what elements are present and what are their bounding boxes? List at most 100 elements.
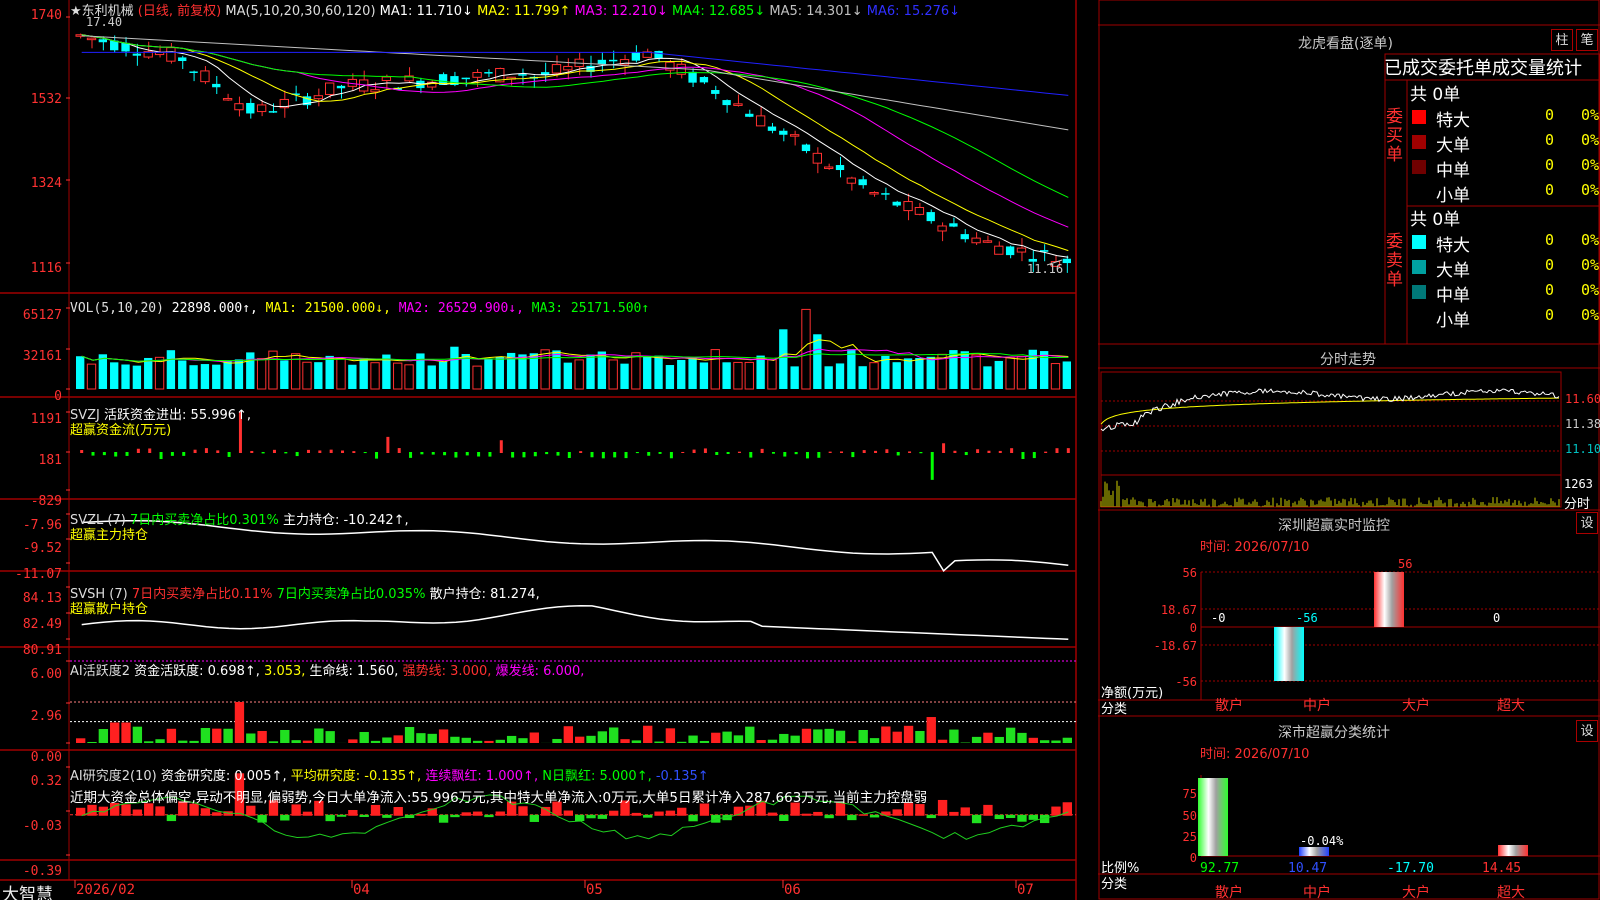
ai1-t2: 3.053, <box>264 664 306 679</box>
ai1-bar-5 <box>132 726 143 743</box>
candle-body-65 <box>812 152 823 164</box>
vol-bar-57 <box>722 362 731 389</box>
svzj-bar-57 <box>726 452 730 454</box>
vol-bar-2 <box>98 354 108 389</box>
monitor-axis-2: 0 <box>1189 621 1197 635</box>
vol-bar-20 <box>302 361 312 390</box>
ai2-bar-26 <box>370 804 381 816</box>
buy-row-2-name: 中单 <box>1436 161 1470 181</box>
monitor-settings-button[interactable]: 设 <box>1576 512 1598 534</box>
sell-total: 共 0单 <box>1410 210 1461 230</box>
sell-row-1-pct: 0% <box>1580 256 1599 274</box>
svzj-bar-75 <box>930 452 934 480</box>
ai1-axis-0: 6.00 <box>30 667 62 682</box>
vol-bar-56 <box>710 349 720 390</box>
vol-bar-8 <box>166 350 176 389</box>
stroke-mode-button[interactable]: 笔 <box>1576 29 1598 51</box>
intraday-price-line <box>1100 388 1560 432</box>
vol-bar-54 <box>688 357 697 389</box>
buy-row-0-val: 0 <box>1544 106 1554 124</box>
candle-body-70 <box>869 191 879 195</box>
ai2-bar-32 <box>438 814 449 823</box>
monitor-cat-3: 超大 <box>1497 698 1525 714</box>
ma2-value: MA2: 11.799↑ <box>477 4 571 19</box>
ai1-bar-80 <box>983 732 993 743</box>
candle-body-60 <box>755 115 766 127</box>
vol-bar-25 <box>359 357 368 389</box>
vol-bar-28 <box>393 362 403 390</box>
svzj-bar-66 <box>828 451 832 453</box>
svzj-bar-25 <box>363 452 367 454</box>
classify-settings-button[interactable]: 设 <box>1576 720 1598 742</box>
svzj-bar-10 <box>193 449 197 453</box>
svzj-bar-26 <box>375 452 379 459</box>
vol-bar-1 <box>86 363 97 390</box>
sell-swatch-3 <box>1412 310 1426 324</box>
buy-row-2-pct: 0% <box>1580 156 1599 174</box>
vol-bar-78 <box>960 351 969 389</box>
ai2-bar-22 <box>325 814 335 822</box>
vol-axis-0: 65127 <box>22 308 62 323</box>
ai1-bar-39 <box>518 738 528 743</box>
monitor-bar-mid <box>1274 627 1304 681</box>
ai1-bar-44 <box>575 736 585 743</box>
ai1-bar-84 <box>1028 737 1038 743</box>
intraday-axis-2: 11.10 <box>1565 442 1600 456</box>
svzj-bar-63 <box>794 452 798 455</box>
monitor-value-3: 0 <box>1493 611 1501 625</box>
vol-value: 22898.000↑, <box>171 301 258 316</box>
adjust-mode[interactable]: (日线, 前复权) <box>138 4 221 19</box>
candle-body-34 <box>461 77 470 80</box>
svzj-bar-34 <box>465 452 469 456</box>
vol-bar-16 <box>256 358 267 390</box>
svzj-bar-31 <box>431 452 435 455</box>
ai1-axis-2: 0.00 <box>30 750 62 765</box>
intraday-axis-1: 11.38 <box>1565 417 1600 431</box>
vol-bar-70 <box>869 362 879 390</box>
svzj-bar-68 <box>851 452 855 458</box>
vol-bar-29 <box>404 364 414 390</box>
candle-body-12 <box>212 83 221 88</box>
bar-mode-button[interactable]: 柱 <box>1551 29 1573 51</box>
app-logo[interactable]: 大智慧 <box>2 880 53 900</box>
ai2-bar-12 <box>212 812 222 816</box>
svzj-bar-55 <box>703 448 707 453</box>
vol-bar-10 <box>189 365 198 389</box>
classify-cat-0: 散户 <box>1215 885 1243 900</box>
svzj-bar-74 <box>919 452 923 454</box>
candle-body-72 <box>892 201 901 206</box>
candle-body-66 <box>824 166 834 169</box>
ai1-bar-32 <box>438 729 449 743</box>
vol-bar-18 <box>280 360 289 389</box>
ai1-bar-22 <box>325 731 335 743</box>
svzj-bar-40 <box>533 452 537 457</box>
buy-row-1-val: 0 <box>1544 131 1554 149</box>
longhu-tabs[interactable]: 已成交委托单成交量统计 <box>1384 54 1582 80</box>
svsh-t3: 散户持仓: 81.274, <box>429 587 540 602</box>
svzl-sub: 超赢主力持仓 <box>70 528 149 543</box>
svzj-bar-47 <box>613 452 617 458</box>
vol-bar-59 <box>744 361 754 390</box>
monitor-value-0: -0 <box>1211 611 1226 625</box>
ai1-bar-83 <box>1017 732 1027 743</box>
candle-body-64 <box>801 144 811 152</box>
date-axis-0: 2026/02 <box>76 882 136 898</box>
vol-bar-81 <box>994 360 1003 389</box>
ai1-bar-52 <box>665 728 676 743</box>
ai2-bar-23 <box>336 814 347 817</box>
ai2-bar-65 <box>813 811 823 816</box>
svzj-bar-80 <box>987 450 991 453</box>
classify-axis-1: 50 <box>1182 809 1197 823</box>
price-axis-3: 1116 <box>30 261 62 276</box>
svzj-bar-67 <box>840 451 844 453</box>
ai1-bar-29 <box>404 726 415 743</box>
intraday-title: 分时走势 <box>1320 352 1376 368</box>
svzj-bar-59 <box>749 452 753 458</box>
svzj-bar-73 <box>908 451 912 453</box>
ai2-axis-2: -0.39 <box>22 864 62 879</box>
classify-bar-super <box>1498 845 1528 856</box>
svzj-bar-71 <box>885 449 889 453</box>
candle-body-67 <box>835 165 845 171</box>
buy-row-0-pct: 0% <box>1580 106 1599 124</box>
ai2-bar-54 <box>688 814 698 822</box>
